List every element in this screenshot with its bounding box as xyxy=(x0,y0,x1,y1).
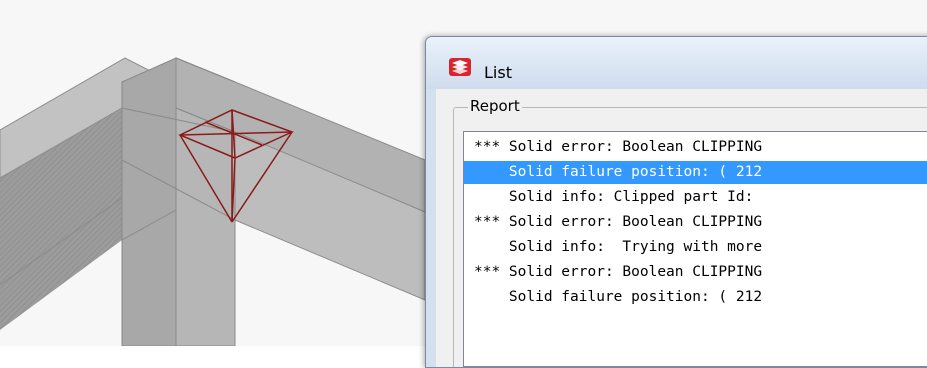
report-list-row[interactable]: Solid failure position: ( 212 xyxy=(464,161,927,184)
report-list-row[interactable]: Solid info: Clipped part Id: xyxy=(464,186,927,209)
title-bar[interactable]: List xyxy=(426,37,927,89)
report-group-label: Report xyxy=(468,97,522,115)
list-dialog[interactable]: List Report *** Solid error: Boolean CLI… xyxy=(425,36,927,368)
report-list-row[interactable]: Solid info: Trying with more xyxy=(464,236,927,259)
tekla-app-icon xyxy=(449,58,471,76)
dialog-client-area: Report *** Solid error: Boolean CLIPPING… xyxy=(436,89,927,367)
report-list-row[interactable]: *** Solid error: Boolean CLIPPING xyxy=(464,211,927,234)
window-title: List xyxy=(484,63,512,82)
report-list-row[interactable]: *** Solid error: Boolean CLIPPING xyxy=(464,136,927,159)
report-listbox[interactable]: *** Solid error: Boolean CLIPPING Solid … xyxy=(463,131,927,367)
report-list-row[interactable]: Solid failure position: ( 212 xyxy=(464,286,927,309)
report-list-row[interactable]: *** Solid error: Boolean CLIPPING xyxy=(464,261,927,284)
column-front-face xyxy=(121,57,177,346)
